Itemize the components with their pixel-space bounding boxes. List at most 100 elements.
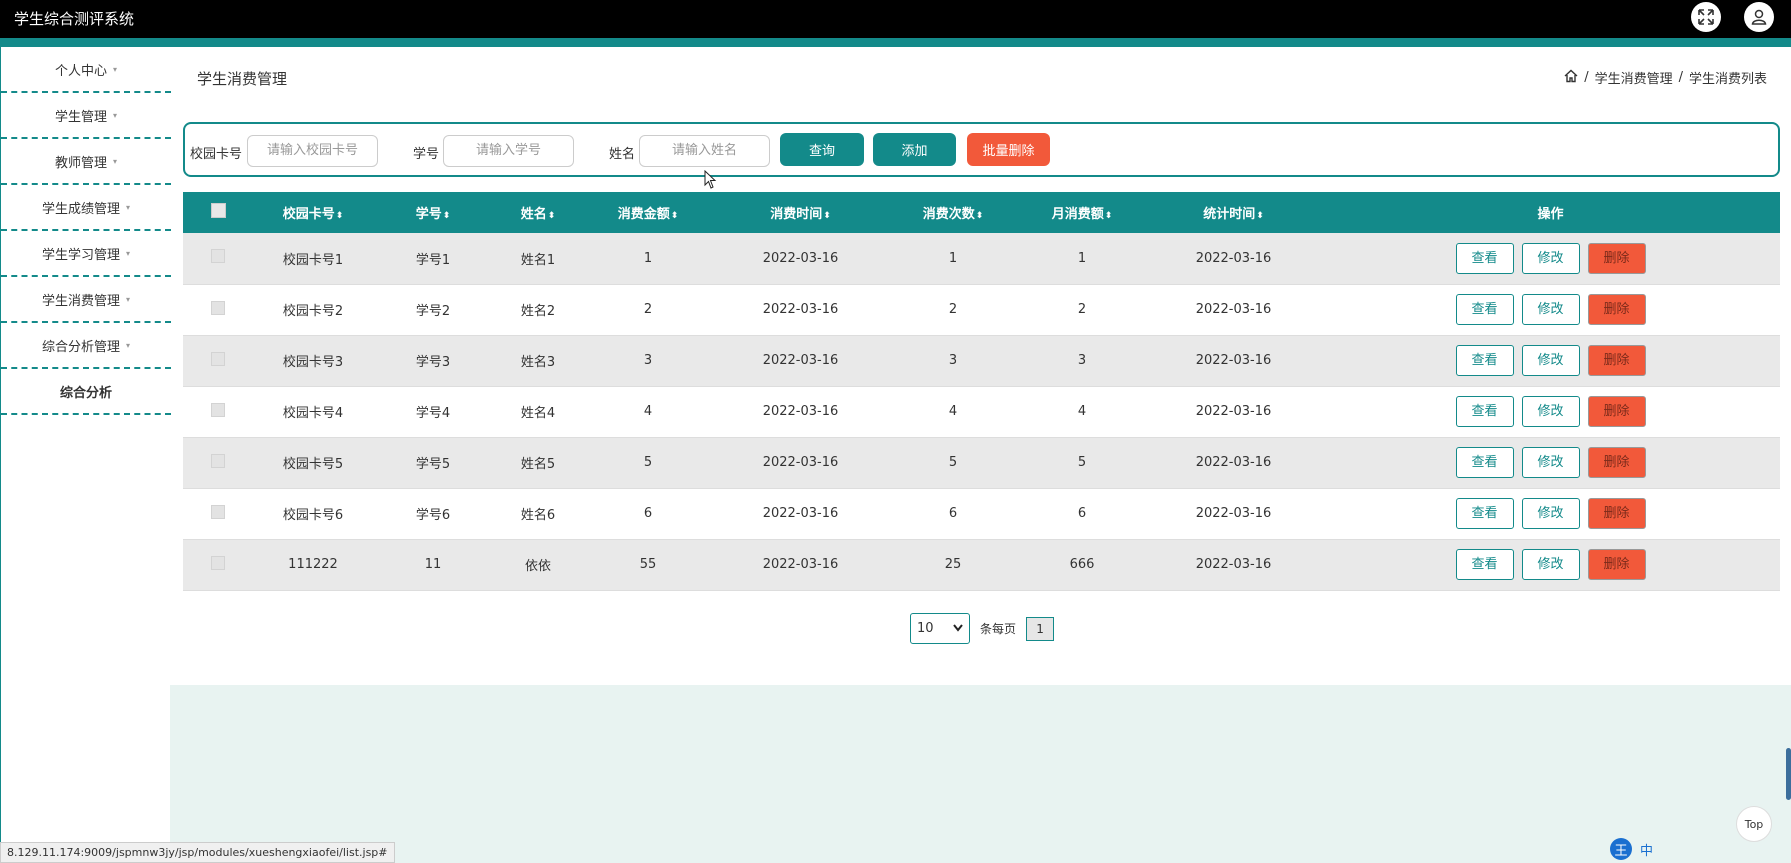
view-button[interactable]: 查看: [1455, 498, 1514, 529]
row-checkbox[interactable]: [211, 453, 225, 468]
consumption-table: 校园卡号⬍ 学号⬍ 姓名⬍ 消费金额⬍ 消费时间⬍ 消费次数⬍ 月消费额⬍ 统计…: [183, 192, 1780, 591]
edit-button[interactable]: 修改: [1521, 396, 1580, 427]
name-label: 姓名: [609, 147, 636, 162]
query-button[interactable]: 查询: [780, 133, 864, 166]
column-header-count[interactable]: 消费次数⬍: [888, 192, 1018, 233]
edit-button[interactable]: 修改: [1521, 549, 1580, 580]
column-header-monthly[interactable]: 月消费额⬍: [1018, 192, 1146, 233]
name-input[interactable]: 请输入姓名: [639, 135, 770, 167]
delete-button[interactable]: 删除: [1587, 498, 1646, 529]
sidebar-item-label: 学生学习管理: [41, 247, 120, 263]
scrollbar-thumb[interactable]: [1786, 748, 1791, 800]
mouse-cursor-icon: [704, 170, 717, 189]
view-button[interactable]: 查看: [1455, 294, 1514, 325]
sidebar-item-label: 综合分析: [59, 385, 112, 401]
name-cell: 姓名2: [493, 284, 583, 336]
table-header-row: 校园卡号⬍ 学号⬍ 姓名⬍ 消费金额⬍ 消费时间⬍ 消费次数⬍ 月消费额⬍ 统计…: [183, 192, 1780, 233]
card-cell: 111222: [253, 539, 373, 591]
delete-button[interactable]: 删除: [1587, 345, 1646, 376]
view-button[interactable]: 查看: [1455, 447, 1514, 478]
student-id-cell: 学号2: [373, 284, 493, 336]
row-checkbox[interactable]: [211, 555, 225, 570]
page-size-select[interactable]: 10: [910, 613, 970, 644]
select-all-checkbox[interactable]: [183, 192, 253, 233]
sidebar-item-personal-center[interactable]: 个人中心 ▾: [1, 47, 171, 93]
amount-cell: 55: [583, 539, 713, 591]
sort-icon: ⬍: [823, 211, 831, 221]
amount-cell: 5: [583, 437, 713, 489]
breadcrumb-separator: /: [1678, 70, 1683, 85]
top-bar: 学生综合测评系统: [0, 0, 1791, 38]
sort-icon: ⬍: [670, 211, 679, 221]
breadcrumb-item-consumption-management[interactable]: 学生消费管理: [1595, 68, 1673, 87]
time-cell: 2022-03-16: [713, 284, 888, 336]
fullscreen-icon[interactable]: [1691, 2, 1721, 32]
batch-delete-button[interactable]: 批量删除: [967, 133, 1050, 166]
edit-button[interactable]: 修改: [1521, 242, 1580, 274]
delete-button[interactable]: 删除: [1587, 242, 1646, 274]
row-checkbox[interactable]: [211, 504, 225, 519]
language-indicator[interactable]: 中: [1640, 840, 1653, 859]
app-title: 学生综合测评系统: [14, 10, 135, 28]
column-header-student-id[interactable]: 学号⬍: [373, 192, 493, 233]
view-button[interactable]: 查看: [1455, 242, 1514, 274]
column-header-amount[interactable]: 消费金额⬍: [583, 192, 713, 233]
system-tray: 王 中: [1610, 838, 1653, 860]
table-row: 111222 11 依依 55 2022-03-16 25 666 2022-0…: [183, 539, 1780, 591]
page-button-current[interactable]: 1: [1026, 616, 1055, 641]
sidebar-item-label: 学生管理: [54, 109, 107, 125]
row-checkbox[interactable]: [211, 351, 225, 366]
table-row: 校园卡号1 学号1 姓名1 1 2022-03-16 1 1 2022-03-1…: [183, 233, 1780, 285]
status-bar-url: 8.129.11.174:9009/jspmnw3jy/jsp/modules/…: [0, 842, 395, 863]
student-id-input[interactable]: 请输入学号: [443, 135, 574, 167]
edit-button[interactable]: 修改: [1521, 294, 1580, 325]
row-checkbox[interactable]: [211, 300, 225, 315]
delete-button[interactable]: 删除: [1587, 294, 1646, 325]
column-header-card[interactable]: 校园卡号⬍: [253, 192, 373, 233]
name-cell: 姓名5: [493, 437, 583, 489]
column-header-name[interactable]: 姓名⬍: [493, 192, 583, 233]
sidebar-item-study-management[interactable]: 学生学习管理 ▾: [1, 231, 171, 277]
per-page-label: 条每页: [980, 622, 1017, 636]
edit-button[interactable]: 修改: [1521, 447, 1580, 478]
stat-time-cell: 2022-03-16: [1146, 233, 1321, 285]
chevron-down-icon: ▾: [113, 156, 118, 166]
stat-time-cell: 2022-03-16: [1146, 539, 1321, 591]
amount-cell: 3: [583, 335, 713, 387]
sidebar-item-analysis[interactable]: 综合分析: [1, 369, 171, 415]
add-button[interactable]: 添加: [873, 133, 956, 166]
column-header-time[interactable]: 消费时间⬍: [713, 192, 888, 233]
ime-icon[interactable]: 王: [1610, 838, 1632, 860]
sidebar-item-grade-management[interactable]: 学生成绩管理 ▾: [1, 185, 171, 231]
time-cell: 2022-03-16: [713, 539, 888, 591]
row-checkbox[interactable]: [211, 249, 225, 264]
sidebar-item-teacher-management[interactable]: 教师管理 ▾: [1, 139, 171, 185]
delete-button[interactable]: 删除: [1587, 396, 1646, 427]
sidebar-item-student-management[interactable]: 学生管理 ▾: [1, 93, 171, 139]
user-icon[interactable]: [1744, 2, 1774, 32]
view-button[interactable]: 查看: [1455, 396, 1514, 427]
card-cell: 校园卡号4: [253, 386, 373, 438]
header-accent-strip: [0, 38, 1791, 47]
sidebar-item-label: 学生消费管理: [41, 293, 120, 309]
footer-area: [170, 685, 1791, 863]
edit-button[interactable]: 修改: [1521, 345, 1580, 376]
back-to-top-button[interactable]: Top: [1736, 806, 1772, 842]
delete-button[interactable]: 删除: [1587, 447, 1646, 478]
sidebar-item-analysis-management[interactable]: 综合分析管理 ▾: [1, 323, 171, 369]
edit-button[interactable]: 修改: [1521, 498, 1580, 529]
delete-button[interactable]: 删除: [1587, 549, 1646, 580]
count-cell: 25: [888, 539, 1018, 591]
home-icon[interactable]: [1564, 69, 1578, 87]
search-panel: 校园卡号 请输入校园卡号 学号 请输入学号 姓名 请输入姓名 查询 添加 批量删…: [183, 122, 1780, 177]
card-cell: 校园卡号6: [253, 488, 373, 540]
column-header-stat-time[interactable]: 统计时间⬍: [1146, 192, 1321, 233]
row-checkbox[interactable]: [211, 402, 225, 417]
sort-icon: ⬍: [975, 211, 984, 221]
sidebar-item-consumption-management[interactable]: 学生消费管理 ▾: [1, 277, 171, 323]
chevron-down-icon: ▾: [126, 340, 131, 350]
view-button[interactable]: 查看: [1455, 345, 1514, 376]
name-cell: 姓名4: [493, 386, 583, 438]
card-number-input[interactable]: 请输入校园卡号: [247, 135, 378, 167]
view-button[interactable]: 查看: [1455, 549, 1514, 580]
